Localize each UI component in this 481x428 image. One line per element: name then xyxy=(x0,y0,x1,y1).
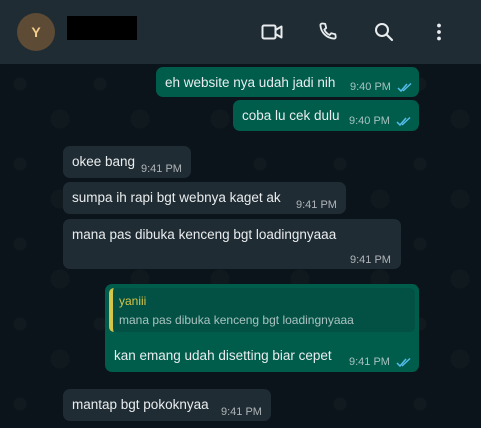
message-meta: 9:40 PM xyxy=(349,115,412,127)
message-time: 9:40 PM xyxy=(350,81,391,93)
message-meta: 9:40 PM xyxy=(350,81,413,93)
message-outgoing-2[interactable]: coba lu cek dulu 9:40 PM xyxy=(233,100,419,131)
read-receipt-icon xyxy=(397,82,412,92)
message-incoming-1[interactable]: okee bang 9:41 PM xyxy=(63,146,191,178)
message-time: 9:40 PM xyxy=(349,115,390,127)
read-receipt-icon xyxy=(396,116,411,126)
message-text: eh website nya udah jadi nih xyxy=(165,75,336,90)
chat-area[interactable]: eh website nya udah jadi nih 9:40 PM cob… xyxy=(0,64,481,428)
quoted-author: yaniii xyxy=(119,294,147,308)
message-incoming-3[interactable]: mana pas dibuka kenceng bgt loadingnyaaa… xyxy=(63,219,401,269)
message-text: okee bang xyxy=(72,154,136,169)
search-icon[interactable] xyxy=(372,20,396,44)
message-outgoing-1[interactable]: eh website nya udah jadi nih 9:40 PM xyxy=(156,67,419,97)
message-outgoing-reply[interactable]: yaniii mana pas dibuka kenceng bgt loadi… xyxy=(105,284,419,372)
message-time: 9:41 PM xyxy=(141,163,182,175)
message-time: 9:41 PM xyxy=(296,199,337,211)
quoted-text: mana pas dibuka kenceng bgt loadingnyaaa xyxy=(119,313,354,327)
message-time: 9:41 PM xyxy=(349,356,390,368)
message-time: 9:41 PM xyxy=(221,406,262,418)
video-call-icon[interactable] xyxy=(260,20,284,44)
message-incoming-2[interactable]: sumpa ih rapi bgt webnya kaget ak 9:41 P… xyxy=(63,182,346,214)
message-text: coba lu cek dulu xyxy=(242,108,340,123)
menu-icon[interactable] xyxy=(427,20,451,44)
message-meta: 9:41 PM xyxy=(349,356,412,368)
message-text: kan emang udah disetting biar cepet xyxy=(114,348,332,363)
message-text: mana pas dibuka kenceng bgt loadingnyaaa xyxy=(72,227,337,242)
quoted-message[interactable]: yaniii mana pas dibuka kenceng bgt loadi… xyxy=(109,288,415,332)
contact-avatar[interactable]: Y xyxy=(17,13,55,51)
message-time: 9:41 PM xyxy=(350,254,391,266)
read-receipt-icon xyxy=(396,357,411,367)
message-text: mantap bgt pokoknyaa xyxy=(72,397,209,412)
voice-call-icon[interactable] xyxy=(316,20,340,44)
contact-name-redacted[interactable] xyxy=(67,16,137,40)
message-text: sumpa ih rapi bgt webnya kaget ak xyxy=(72,190,281,205)
chat-header: Y xyxy=(0,0,481,64)
message-incoming-4[interactable]: mantap bgt pokoknyaa 9:41 PM xyxy=(63,389,271,421)
